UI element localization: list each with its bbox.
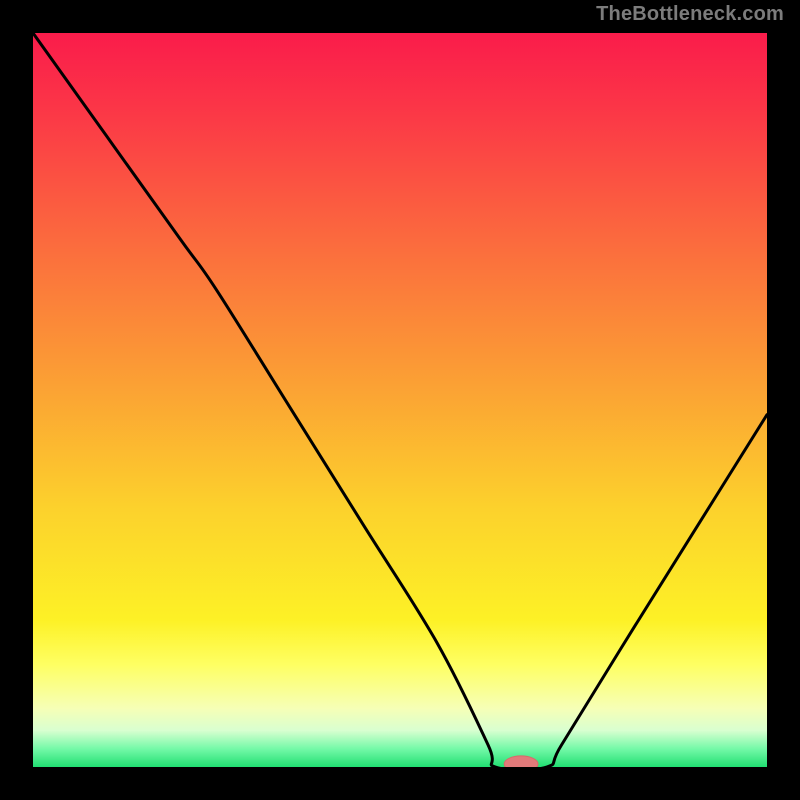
bottleneck-curve bbox=[33, 33, 767, 767]
optimum-marker bbox=[504, 756, 538, 767]
attribution-text: TheBottleneck.com bbox=[596, 3, 784, 26]
plot-area bbox=[33, 33, 767, 767]
chart-frame: { "attribution": "TheBottleneck.com", "c… bbox=[0, 0, 800, 800]
curve-path bbox=[33, 33, 767, 767]
